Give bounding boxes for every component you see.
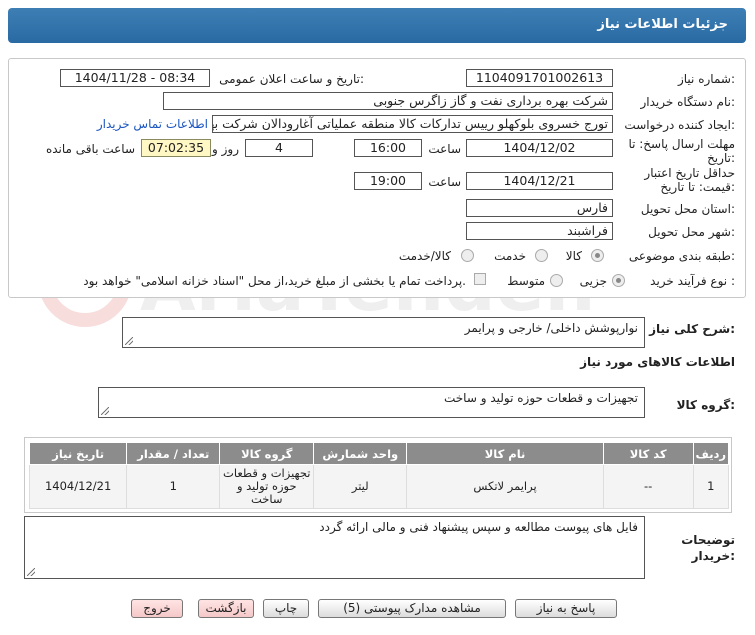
col-goods-code: کد کالا: [602, 442, 694, 465]
city-field: فراشبند: [466, 222, 613, 240]
resize-handle[interactable]: [101, 407, 109, 415]
process-option-medium: متوسط: [507, 274, 545, 288]
reply-button[interactable]: پاسخ به نیاز: [515, 599, 617, 618]
remaining-time-label: ساعت باقی مانده: [45, 142, 135, 156]
category-radio-goods-service[interactable]: [461, 249, 474, 262]
buyer-notes-label: توضیحات خریدار:: [681, 533, 735, 563]
need-summary-field: نوارپوشش داخلی/ خارجی و پرایمر: [122, 317, 645, 348]
col-goods-group: گروه کالا: [219, 442, 315, 465]
buyer-org-field: شرکت بهره برداری نفت و گاز زاگرس جنوبی: [163, 92, 613, 110]
days-label: روز و: [212, 142, 239, 156]
process-radio-minor[interactable]: [612, 274, 625, 287]
col-need-date: تاریخ نیاز: [28, 442, 128, 465]
treasury-payment-checkbox[interactable]: [474, 273, 486, 285]
print-button[interactable]: چاپ: [263, 599, 309, 618]
validity-time-field: 19:00: [354, 172, 422, 190]
cell-goods-code: --: [602, 464, 694, 509]
price-validity-label: حداقل تاریخ اعتبار قیمت: تا تاریخ:: [644, 166, 735, 194]
table-header-row: ردیف کد کالا نام کالا واحد شمارش گروه کا…: [28, 442, 730, 465]
col-row-number: ردیف: [692, 442, 730, 465]
view-attachments-button[interactable]: مشاهده مدارک پیوستی (5): [318, 599, 506, 618]
goods-table-container: ردیف کد کالا نام کالا واحد شمارش گروه کا…: [24, 437, 732, 513]
category-label: طبقه بندی موضوعی:: [628, 249, 735, 263]
resize-handle[interactable]: [125, 337, 133, 345]
category-option-service: خدمت: [494, 249, 526, 263]
col-unit: واحد شمارش: [313, 442, 408, 465]
category-option-goods-service: کالا/خدمت: [398, 249, 451, 263]
creator-label: ایجاد کننده درخواست:: [624, 118, 735, 132]
buyer-contact-link[interactable]: اطلاعات تماس خریدار: [97, 117, 208, 131]
page-title: جزئیات اطلاعات نیاز: [597, 17, 728, 32]
category-option-goods: کالا: [565, 249, 582, 263]
buyer-notes-field: فایل های پیوست مطالعه و سپس پیشنهاد فنی …: [24, 516, 645, 579]
buyer-notes-text: فایل های پیوست مطالعه و سپس پیشنهاد فنی …: [319, 520, 638, 534]
province-label: استان محل تحویل:: [640, 202, 735, 216]
validity-date-field: 1404/12/21: [466, 172, 613, 190]
reply-date-field: 1404/12/02: [466, 139, 613, 157]
table-row: 1 -- پرایمر لاتکس لیتر تجهیزات و قطعات ح…: [28, 464, 730, 509]
buyer-org-label: نام دستگاه خریدار:: [640, 95, 736, 109]
goods-group-label: گروه کالا:: [676, 398, 735, 412]
category-radio-goods[interactable]: [591, 249, 604, 262]
need-summary-label: شرح کلی نیاز:: [649, 322, 735, 336]
cell-unit: لیتر: [313, 464, 408, 509]
cell-need-date: 1404/12/21: [28, 464, 128, 509]
process-option-minor: جزیی: [579, 274, 607, 288]
process-radio-medium[interactable]: [550, 274, 563, 287]
back-button[interactable]: بازگشت: [198, 599, 254, 618]
cell-goods-group: تجهیزات و قطعات حوزه تولید و ساخت: [219, 464, 315, 509]
cell-quantity: 1: [126, 464, 221, 509]
purchase-process-label: نوع فرآیند خرید :: [650, 274, 735, 288]
days-remaining-field: 4: [245, 139, 313, 157]
goods-group-field: تجهیزات و قطعات حوزه تولید و ساخت: [98, 387, 645, 418]
need-number-label: شماره نیاز:: [677, 72, 735, 86]
cell-goods-name: پرایمر لاتکس: [406, 464, 604, 509]
need-summary-text: نوارپوشش داخلی/ خارجی و پرایمر: [464, 321, 638, 335]
goods-group-text: تجهیزات و قطعات حوزه تولید و ساخت: [443, 391, 638, 405]
goods-info-title: اطلاعات کالاهای مورد نیاز: [580, 355, 735, 369]
validity-time-label: ساعت: [428, 175, 461, 189]
goods-table: ردیف کد کالا نام کالا واحد شمارش گروه کا…: [28, 442, 730, 509]
cell-row-number: 1: [692, 464, 730, 509]
reply-time-field: 16:00: [354, 139, 422, 157]
creator-field: تورج خسروی بلوکهلو رییس تدارکات کالا منط…: [212, 115, 613, 133]
reply-time-label: ساعت: [428, 142, 461, 156]
announce-datetime-field: 1404/11/28 - 08:34: [60, 69, 210, 87]
col-goods-name: نام کالا: [406, 442, 604, 465]
announce-datetime-label: تاریخ و ساعت اعلان عمومی:: [219, 72, 364, 86]
province-field: فارس: [466, 199, 613, 217]
city-label: شهر محل تحویل:: [648, 225, 735, 239]
exit-button[interactable]: خروج: [131, 599, 183, 618]
reply-deadline-label: مهلت ارسال پاسخ: تا تاریخ:: [628, 137, 735, 165]
category-radio-service[interactable]: [535, 249, 548, 262]
treasury-payment-note: پرداخت تمام یا بخشی از مبلغ خرید،از محل …: [83, 274, 466, 288]
page-header: جزئیات اطلاعات نیاز: [8, 8, 746, 43]
need-number-field: 1104091701002613: [466, 69, 613, 87]
resize-handle[interactable]: [27, 568, 35, 576]
remaining-time-field: 07:02:35: [141, 139, 211, 157]
col-quantity: تعداد / مقدار: [126, 442, 221, 465]
